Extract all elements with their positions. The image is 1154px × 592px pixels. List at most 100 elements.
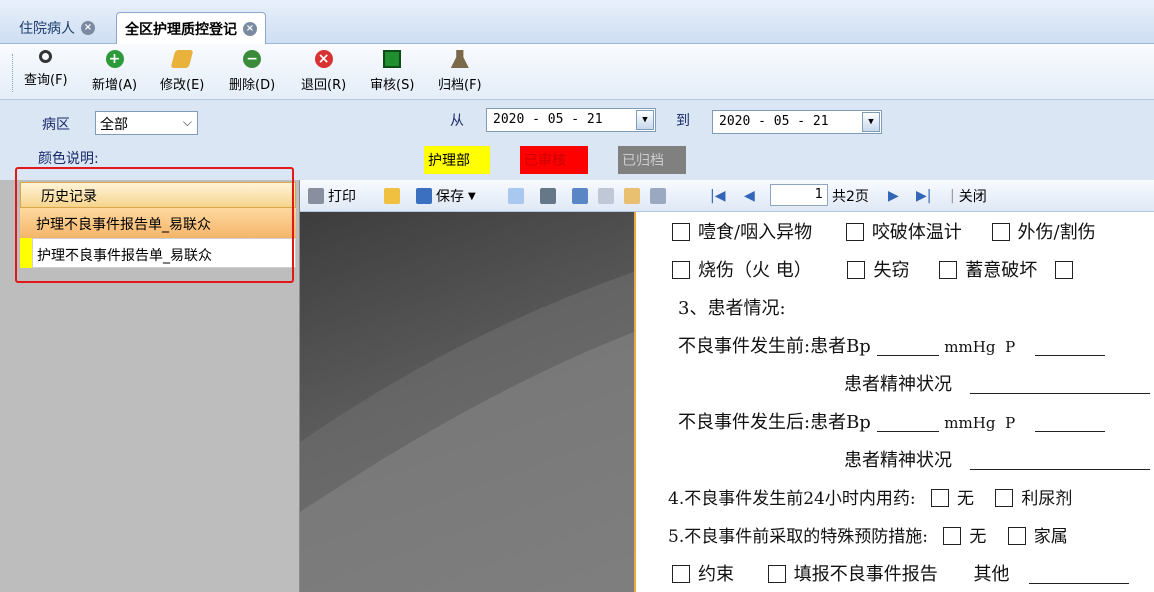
binoculars-icon [540, 188, 556, 204]
page-number-input[interactable]: 1 [770, 184, 828, 206]
checkbox[interactable] [672, 261, 690, 279]
to-label: 到 [676, 113, 690, 129]
delete-label: 删除(D) [229, 78, 276, 93]
zoom-button[interactable] [598, 186, 614, 206]
archive-label: 归档(F) [438, 78, 482, 93]
background-swoosh [300, 272, 634, 592]
option-label: 利尿剂 [1021, 489, 1073, 509]
after-label: 不良事件发生后:患者Bp [678, 412, 871, 433]
checkbox[interactable] [672, 223, 690, 241]
other-field[interactable] [1029, 566, 1130, 584]
checkbox[interactable] [943, 527, 962, 545]
before-vitals: 不良事件发生前:患者Bp mmHg P [678, 332, 1105, 358]
close-button[interactable]: | 关闭 [950, 186, 987, 206]
edit-page-button[interactable] [624, 186, 640, 206]
next-page-icon: ▶ [888, 188, 899, 204]
checkbox[interactable] [672, 565, 690, 583]
mental-field[interactable] [969, 452, 1150, 470]
email-button[interactable] [508, 186, 524, 206]
ward-value: 全部 [100, 117, 128, 133]
close-label: 关闭 [958, 189, 987, 205]
save-disk-icon [383, 50, 402, 68]
close-icon[interactable]: × [243, 21, 257, 36]
main-toolbar: 查询(F) + 新增(A) 修改(E) − 删除(D) × 退回(R) 审核(S… [0, 44, 1154, 100]
save-button[interactable]: 保存 ▼ [416, 186, 476, 206]
plus-icon: + [105, 50, 124, 68]
close-icon[interactable]: × [81, 20, 95, 35]
option-label: 失窃 [873, 260, 910, 281]
checkbox[interactable] [767, 565, 786, 583]
page-setup-button[interactable] [650, 186, 666, 206]
checkbox[interactable] [931, 489, 949, 507]
to-date-input[interactable]: 2020 - 05 - 21 ▼ [712, 110, 882, 134]
pulse-field[interactable] [1035, 338, 1105, 356]
section-3-title: 3、患者情况: [678, 298, 786, 319]
pencil-icon [624, 188, 640, 204]
total-pages: 共2页 [832, 189, 869, 205]
viewer-toolbar: 打印 保存 ▼ |◀ ◀ 1 共2页 ▶ ▶| | 关闭 [300, 180, 1154, 212]
history-panel: 历史记录 护理不良事件报告单_易联众 护理不良事件报告单_易联众 [0, 180, 300, 592]
query-button[interactable]: 查询(F) [24, 50, 68, 96]
prev-page-button[interactable]: ◀ [744, 186, 755, 206]
question-4: 4.不良事件发生前24小时内用药: 无 利尿剂 [668, 484, 1072, 509]
dropdown-arrow-icon[interactable]: ▼ [636, 110, 654, 130]
option-label: 无 [957, 489, 974, 509]
add-button[interactable]: + 新增(A) [92, 50, 137, 96]
print-button[interactable]: 打印 [308, 186, 356, 206]
open-button[interactable] [384, 186, 400, 206]
find-button[interactable] [540, 186, 556, 206]
pulse-field[interactable] [1035, 414, 1105, 432]
color-legend-label: 颜色说明: [38, 151, 99, 167]
from-date-input[interactable]: 2020 - 05 - 21 ▼ [486, 108, 656, 132]
option-label: 填报不良事件报告 [793, 564, 938, 585]
document-page: 噎食/咽入异物 咬破体温计 外伤/割伤 烧伤（火 电） 失窃 蓄意破坏 3、患者… [634, 212, 1154, 592]
audit-button[interactable]: 审核(S) [370, 50, 414, 96]
next-page-button[interactable]: ▶ [888, 186, 899, 206]
tab-inpatients[interactable]: 住院病人 × [10, 12, 104, 42]
unit-mmhg: mmHg [944, 414, 996, 432]
save-label: 保存 [436, 189, 464, 205]
dropdown-arrow-icon[interactable]: ▼ [862, 112, 880, 132]
last-page-button[interactable]: ▶| [916, 186, 931, 206]
archive-button[interactable]: 归档(F) [438, 50, 482, 96]
prev-page-icon: ◀ [744, 188, 755, 204]
checkbox[interactable] [1007, 527, 1026, 545]
print-label: 打印 [328, 189, 356, 205]
mail-icon [508, 188, 524, 204]
printer-icon [308, 188, 324, 204]
mental-field[interactable] [969, 376, 1150, 394]
separator: | [950, 188, 955, 204]
add-label: 新增(A) [92, 78, 138, 93]
checkbox[interactable] [995, 489, 1014, 507]
preview-background [300, 212, 634, 592]
tab-nursing-qc[interactable]: 全区护理质控登记 × [116, 12, 266, 44]
last-page-icon: ▶| [916, 188, 932, 204]
checkbox[interactable] [1054, 261, 1073, 279]
mental-label: 患者精神状况 [844, 374, 952, 395]
checkbox[interactable] [939, 261, 958, 279]
edit-label: 修改(E) [160, 78, 205, 93]
bp-field[interactable] [876, 338, 939, 356]
history-item[interactable]: 护理不良事件报告单_易联众 [32, 238, 296, 268]
layout-icon [572, 188, 588, 204]
checkbox[interactable] [847, 261, 866, 279]
folder-icon [384, 188, 400, 204]
option-label: 蓄意破坏 [965, 260, 1038, 281]
first-page-button[interactable]: |◀ [710, 186, 725, 206]
ward-select[interactable]: 全部 ⌵ [95, 111, 198, 135]
edit-button[interactable]: 修改(E) [160, 50, 204, 96]
checkbox[interactable] [845, 223, 864, 241]
bp-field[interactable] [876, 414, 939, 432]
page-icon [650, 188, 666, 204]
delete-button[interactable]: − 删除(D) [229, 50, 275, 96]
option-label: 家属 [1033, 527, 1068, 547]
to-date-value: 2020 - 05 - 21 [719, 114, 829, 129]
legend-nursing-dept: 护理部 [424, 146, 490, 174]
history-item[interactable]: 护理不良事件报告单_易联众 [20, 208, 296, 238]
layout-button[interactable] [572, 186, 588, 206]
checkbox[interactable] [991, 223, 1010, 241]
after-mental: 患者精神状况 [844, 446, 1150, 472]
back-button[interactable]: × 退回(R) [301, 50, 346, 96]
ward-label: 病区 [42, 117, 70, 133]
reject-icon: × [314, 50, 333, 68]
